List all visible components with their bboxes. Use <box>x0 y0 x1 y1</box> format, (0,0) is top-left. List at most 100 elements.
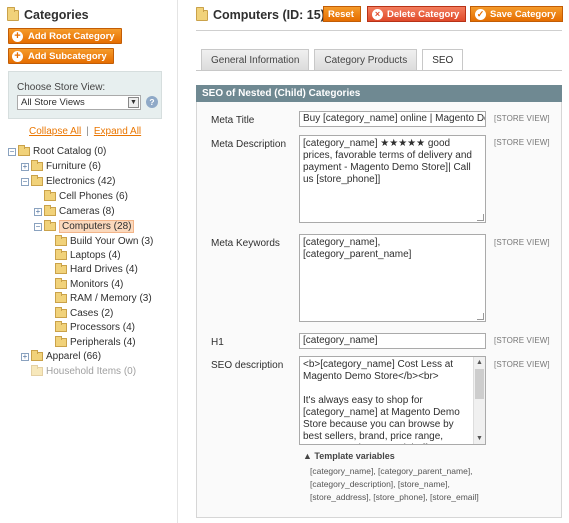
tree-node-hard-drives[interactable]: Hard Drives (4) <box>45 263 138 276</box>
resize-handle-icon[interactable] <box>477 313 484 320</box>
h1-label: H1 <box>211 337 224 348</box>
collapse-toggle-icon[interactable]: − <box>8 147 16 156</box>
collapse-all-link[interactable]: Collapse All <box>29 126 81 137</box>
reset-button[interactable]: Reset <box>323 6 361 22</box>
check-icon: ✓ <box>475 8 486 20</box>
meta-description-label: Meta Description <box>211 139 287 150</box>
seo-description-line: It's always easy to shop for [category_n… <box>303 395 460 444</box>
folder-icon <box>55 278 67 289</box>
tree-node-electronics[interactable]: − Electronics (42) <box>21 175 115 188</box>
collapse-toggle-icon[interactable]: − <box>21 177 29 186</box>
folder-icon <box>44 205 56 216</box>
folder-icon <box>55 249 67 260</box>
tree-node-label: Laptops (4) <box>70 250 121 261</box>
template-variables-list: [category_name], [category_parent_name],… <box>310 466 479 502</box>
scroll-thumb[interactable] <box>475 369 484 399</box>
tab-seo[interactable]: SEO <box>422 49 464 71</box>
meta-keywords-label: Meta Keywords <box>211 238 280 249</box>
add-subcategory-button[interactable]: + Add Subcategory <box>8 48 114 64</box>
delete-category-label: Delete Category <box>387 8 460 20</box>
folder-icon <box>55 321 67 332</box>
meta-keywords-value: [category_name], [category_parent_name] <box>303 237 412 260</box>
tree-node-apparel[interactable]: + Apparel (66) <box>21 350 101 363</box>
tree-node-ram-memory[interactable]: RAM / Memory (3) <box>45 292 152 305</box>
folder-icon <box>31 365 43 376</box>
store-view-select[interactable]: All Store Views ▼ <box>17 95 141 110</box>
tree-node-label: Cameras (8) <box>59 206 115 217</box>
folder-icon <box>44 220 56 231</box>
tree-node-root-catalog[interactable]: − Root Catalog (0) <box>8 145 106 158</box>
folder-icon <box>44 190 56 201</box>
tree-node-processors[interactable]: Processors (4) <box>45 321 135 334</box>
scroll-up-icon[interactable]: ▲ <box>474 357 485 368</box>
meta-description-value: [category_name] ★★★★★ good prices, favor… <box>303 138 472 185</box>
folder-icon <box>7 6 19 21</box>
categories-title: Categories <box>7 6 89 22</box>
add-subcategory-label: Add Subcategory <box>28 50 107 62</box>
store-view-tag: [STORE VIEW] <box>494 336 550 345</box>
folder-icon <box>31 160 43 171</box>
add-root-category-label: Add Root Category <box>28 30 115 42</box>
sidebar-divider <box>177 0 178 523</box>
meta-title-label: Meta Title <box>211 115 255 126</box>
meta-description-textarea[interactable]: [category_name] ★★★★★ good prices, favor… <box>299 135 486 223</box>
tab-divider <box>196 70 562 71</box>
tree-node-label: Processors (4) <box>70 322 136 333</box>
tree-node-computers[interactable]: − Computers (28) <box>34 220 135 233</box>
folder-icon <box>55 307 67 318</box>
tree-node-label: Furniture (6) <box>46 161 102 172</box>
tree-node-furniture[interactable]: + Furniture (6) <box>21 160 101 173</box>
tab-general-information[interactable]: General Information <box>201 49 310 70</box>
plus-icon: + <box>12 50 23 62</box>
tree-controls: Collapse All | Expand All <box>29 126 141 137</box>
folder-icon <box>55 235 67 246</box>
close-icon: × <box>372 8 383 20</box>
collapse-toggle-icon[interactable]: − <box>34 222 42 231</box>
expand-toggle-icon[interactable]: + <box>21 352 29 361</box>
folder-icon <box>31 350 43 361</box>
tree-node-label: Apparel (66) <box>46 351 102 362</box>
add-root-category-button[interactable]: + Add Root Category <box>8 28 122 44</box>
chevron-down-icon[interactable]: ▼ <box>128 97 139 108</box>
tree-node-cases[interactable]: Cases (2) <box>45 307 113 320</box>
delete-category-button[interactable]: × Delete Category <box>367 6 467 22</box>
tree-node-label: RAM / Memory (3) <box>70 293 152 304</box>
tree-node-label: Cases (2) <box>70 308 114 319</box>
tree-node-monitors[interactable]: Monitors (4) <box>45 278 123 291</box>
textarea-scrollbar[interactable]: ▲ ▼ <box>473 357 485 444</box>
scroll-down-icon[interactable]: ▼ <box>474 433 485 444</box>
expand-all-link[interactable]: Expand All <box>94 126 141 137</box>
save-category-label: Save Category <box>490 8 557 20</box>
header-divider <box>196 30 562 31</box>
store-view-tag: [STORE VIEW] <box>494 238 550 247</box>
store-view-tag: [STORE VIEW] <box>494 138 550 147</box>
tree-node-peripherals[interactable]: Peripherals (4) <box>45 336 136 349</box>
h1-input[interactable]: [category_name] <box>299 333 486 349</box>
resize-handle-icon[interactable] <box>477 214 484 221</box>
store-view-label: Choose Store View: <box>17 82 106 93</box>
expand-toggle-icon[interactable]: + <box>21 162 29 171</box>
tree-node-label: Electronics (42) <box>46 176 116 187</box>
separator: | <box>86 126 89 137</box>
tree-node-cell-phones[interactable]: Cell Phones (6) <box>34 190 128 203</box>
meta-title-input[interactable]: Buy [category_name] online | Magento Dem… <box>299 111 486 127</box>
expand-toggle-icon[interactable]: + <box>34 207 42 216</box>
tree-node-household-items[interactable]: Household Items (0) <box>21 365 136 378</box>
categories-title-text: Categories <box>24 8 89 22</box>
tree-node-build-your-own[interactable]: Build Your Own (3) <box>45 235 153 248</box>
tree-node-label: Cell Phones (6) <box>59 191 128 202</box>
tree-node-label: Peripherals (4) <box>70 337 136 348</box>
tree-node-label: Monitors (4) <box>70 279 124 290</box>
meta-keywords-textarea[interactable]: [category_name], [category_parent_name] <box>299 234 486 322</box>
tree-node-laptops[interactable]: Laptops (4) <box>45 249 121 262</box>
help-icon[interactable]: ? <box>146 96 158 108</box>
tree-node-label: Build Your Own (3) <box>70 236 154 247</box>
tree-node-cameras[interactable]: + Cameras (8) <box>34 205 115 218</box>
template-variables-title: ▲ Template variables <box>303 451 395 461</box>
folder-icon <box>55 336 67 347</box>
seo-description-textarea[interactable]: <b>[category_name] Cost Less at Magento … <box>299 356 486 445</box>
tab-category-products[interactable]: Category Products <box>314 49 418 70</box>
page-title: Computers (ID: 15) <box>196 6 325 22</box>
reset-label: Reset <box>328 8 354 20</box>
save-category-button[interactable]: ✓ Save Category <box>470 6 564 22</box>
